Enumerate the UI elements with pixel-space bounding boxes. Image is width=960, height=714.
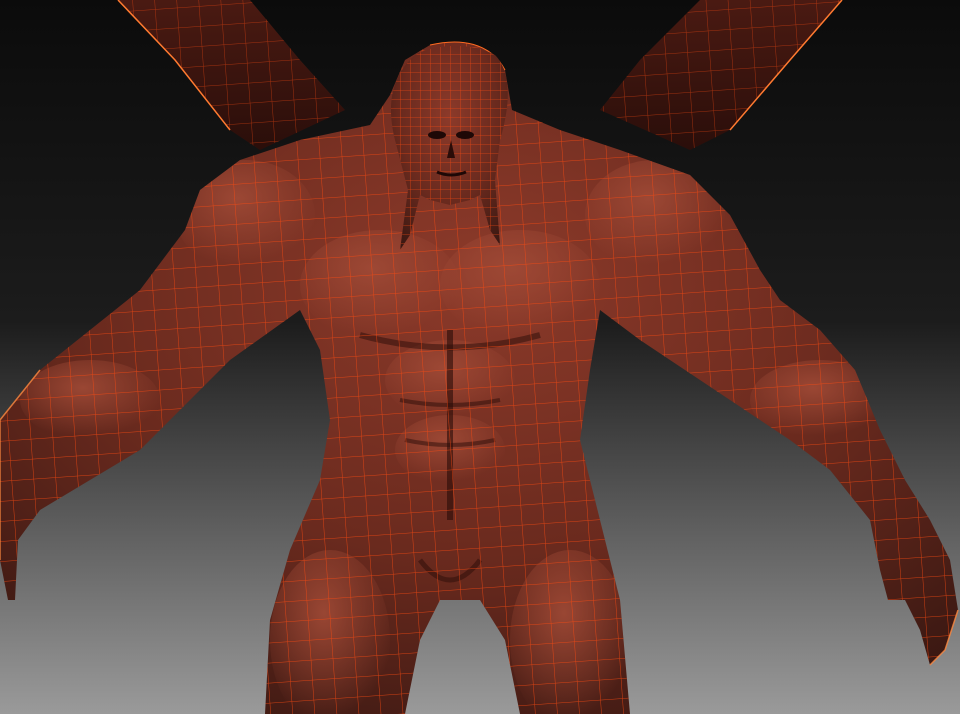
right-eye — [456, 131, 474, 139]
sculpt-canvas[interactable] — [0, 0, 960, 714]
zbrush-viewport[interactable] — [0, 0, 960, 714]
left-eye — [428, 131, 446, 139]
